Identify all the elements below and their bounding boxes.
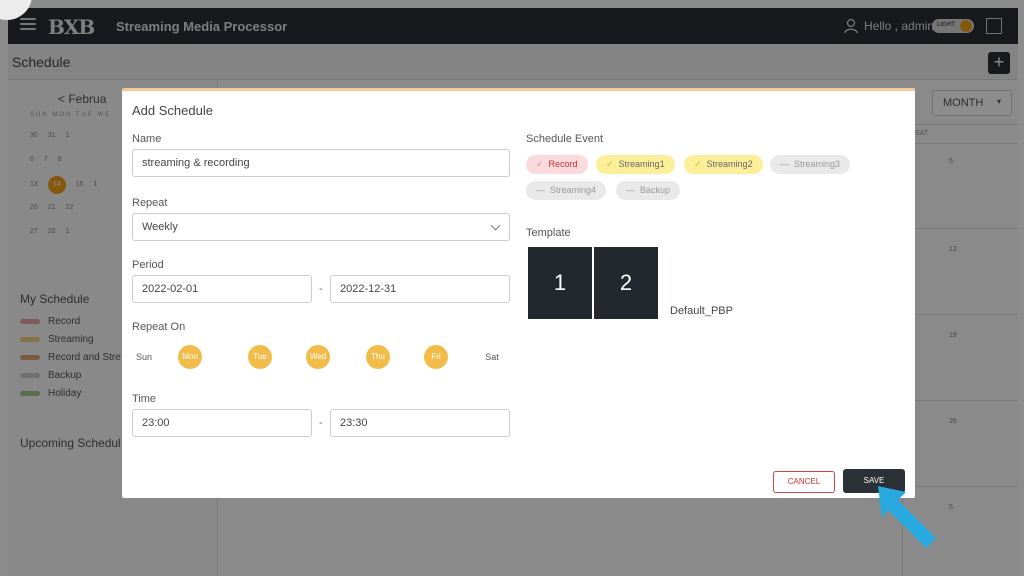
schedule-event-label: Schedule Event: [526, 133, 604, 145]
dialog-title: Add Schedule: [132, 103, 213, 118]
event-chip-label: Record: [548, 159, 578, 169]
period-start-input[interactable]: 2022-02-01: [132, 275, 312, 303]
event-chip-streaming1[interactable]: ✓ Streaming1: [596, 155, 675, 174]
template-cell: 2: [619, 270, 633, 295]
event-chip-record[interactable]: ✓ Record: [526, 155, 588, 174]
chevron-down-icon: [490, 220, 501, 231]
template-preview[interactable]: 1 2: [528, 247, 658, 319]
template-cell: 1: [528, 247, 594, 319]
dash-icon: —: [626, 185, 635, 195]
day-toggle-thu[interactable]: Thu: [366, 345, 390, 369]
time-start-input[interactable]: 23:00: [132, 409, 312, 437]
event-chip-streaming3[interactable]: — Streaming3: [770, 155, 851, 174]
time-separator: -: [319, 417, 323, 429]
event-chip-label: Streaming4: [550, 185, 597, 195]
dash-icon: —: [780, 159, 789, 169]
time-start-value: 23:00: [142, 417, 170, 429]
event-chip-label: Streaming3: [794, 159, 841, 169]
cancel-button[interactable]: CANCEL: [773, 471, 835, 493]
time-end-input[interactable]: 23:30: [330, 409, 510, 437]
repeat-label: Repeat: [132, 197, 168, 209]
add-schedule-dialog: Add Schedule Name streaming & recording …: [122, 88, 915, 498]
check-icon: ✓: [606, 159, 614, 169]
time-label: Time: [132, 393, 157, 405]
event-chip-label: Backup: [640, 185, 671, 195]
event-chip-streaming2[interactable]: ✓ Streaming2: [684, 155, 763, 174]
event-chip-backup[interactable]: — Backup: [616, 181, 681, 200]
period-label: Period: [132, 259, 164, 271]
period-end-input[interactable]: 2022-12-31: [330, 275, 510, 303]
template-label: Template: [526, 227, 571, 239]
dash-icon: —: [536, 185, 545, 195]
period-separator: -: [319, 283, 323, 295]
day-toggle-tue[interactable]: Tue: [248, 345, 272, 369]
name-label: Name: [132, 133, 162, 145]
period-end-value: 2022-12-31: [340, 283, 397, 295]
period-start-value: 2022-02-01: [142, 283, 199, 295]
day-toggle-sun[interactable]: Sun: [132, 345, 156, 369]
time-end-value: 23:30: [340, 417, 368, 429]
day-toggle-sat[interactable]: Sat: [480, 345, 504, 369]
pointer-arrow-icon: [878, 486, 936, 548]
repeat-on-label: Repeat On: [132, 321, 186, 333]
name-input-value: streaming & recording: [142, 157, 250, 169]
event-chip-label: Streaming2: [706, 159, 753, 169]
event-chip-streaming4[interactable]: — Streaming4: [526, 181, 607, 200]
check-icon: ✓: [694, 159, 702, 169]
template-name: Default_PBP: [670, 305, 733, 317]
check-icon: ✓: [536, 159, 544, 169]
event-chip-label: Streaming1: [618, 159, 665, 169]
repeat-select-value: Weekly: [142, 221, 178, 233]
name-input[interactable]: streaming & recording: [132, 149, 510, 177]
repeat-select[interactable]: Weekly: [132, 213, 510, 241]
day-toggle-fri[interactable]: Fri: [424, 345, 448, 369]
day-toggle-mon[interactable]: Mon: [178, 345, 202, 369]
day-toggle-wed[interactable]: Wed: [306, 345, 330, 369]
